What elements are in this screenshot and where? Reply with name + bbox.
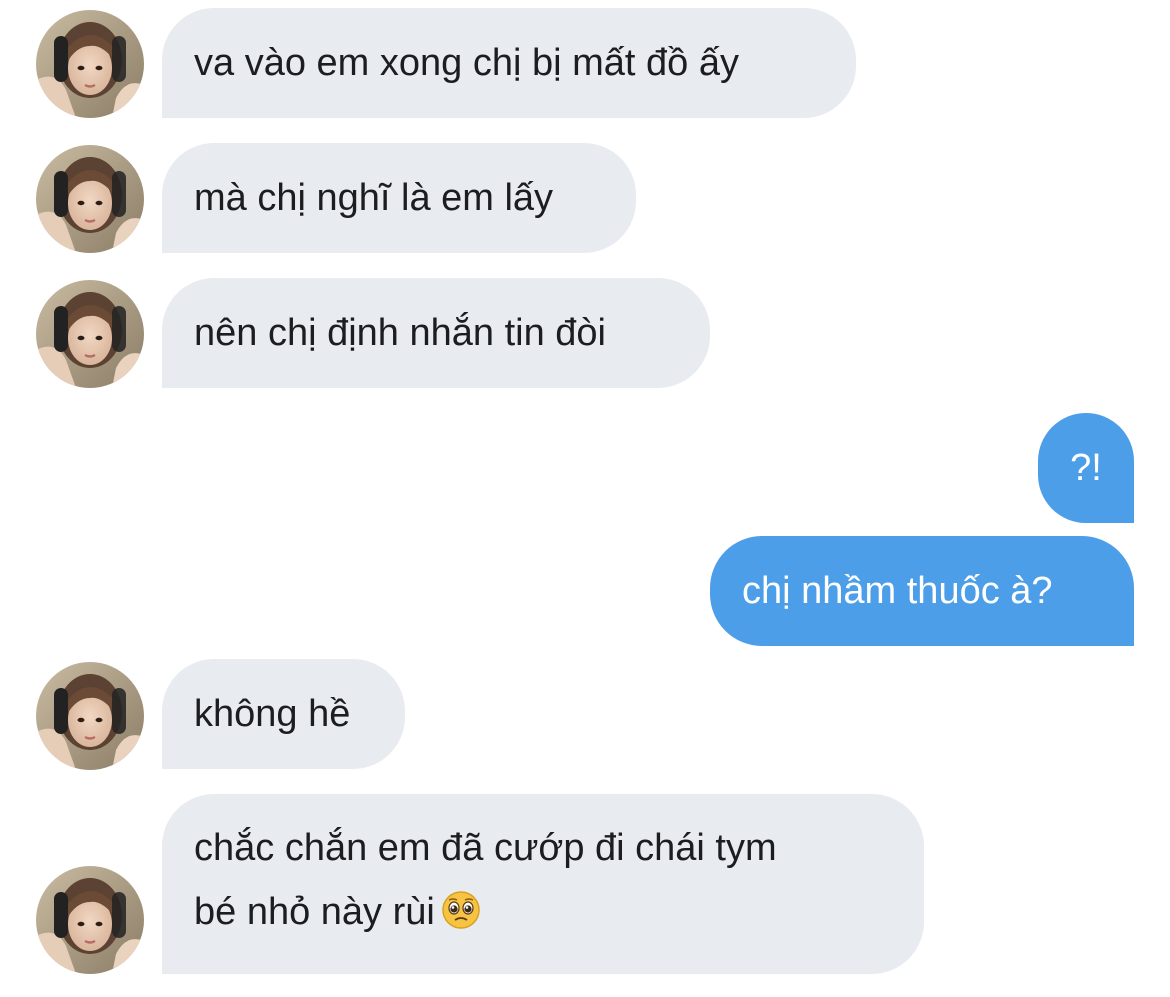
message-text-line-1: chắc chắn em đã cướp đi chái tym (194, 827, 777, 869)
sender-avatar[interactable] (36, 145, 144, 253)
message-text-line-2: bé nhỏ này rùi (194, 880, 892, 944)
pleading-face-emoji-icon (442, 891, 480, 929)
sender-avatar[interactable] (36, 662, 144, 770)
sender-avatar[interactable] (36, 10, 144, 118)
message-bubble-incoming[interactable]: va vào em xong chị bị mất đồ ấy (162, 8, 856, 118)
avatar-image-icon (36, 10, 144, 118)
sender-avatar[interactable] (36, 866, 144, 974)
message-bubble-outgoing[interactable]: ?! (1038, 413, 1134, 523)
message-text: không hề (194, 693, 351, 735)
message-text: nên chị định nhắn tin đòi (194, 312, 606, 354)
avatar-image-icon (36, 145, 144, 253)
avatar-image-icon (36, 866, 144, 974)
message-text: mà chị nghĩ là em lấy (194, 177, 554, 219)
message-bubble-incoming[interactable]: nên chị định nhắn tin đòi (162, 278, 710, 388)
message-bubble-outgoing[interactable]: chị nhầm thuốc à? (710, 536, 1134, 646)
sender-avatar[interactable] (36, 280, 144, 388)
message-bubble-incoming[interactable]: không hề (162, 659, 405, 769)
message-bubble-incoming[interactable]: chắc chắn em đã cướp đi chái tym bé nhỏ … (162, 794, 924, 974)
message-text: va vào em xong chị bị mất đồ ấy (194, 42, 739, 84)
message-text: ?! (1070, 447, 1102, 489)
message-bubble-incoming[interactable]: mà chị nghĩ là em lấy (162, 143, 636, 253)
message-text: chị nhầm thuốc à? (742, 570, 1053, 612)
avatar-image-icon (36, 280, 144, 388)
avatar-image-icon (36, 662, 144, 770)
